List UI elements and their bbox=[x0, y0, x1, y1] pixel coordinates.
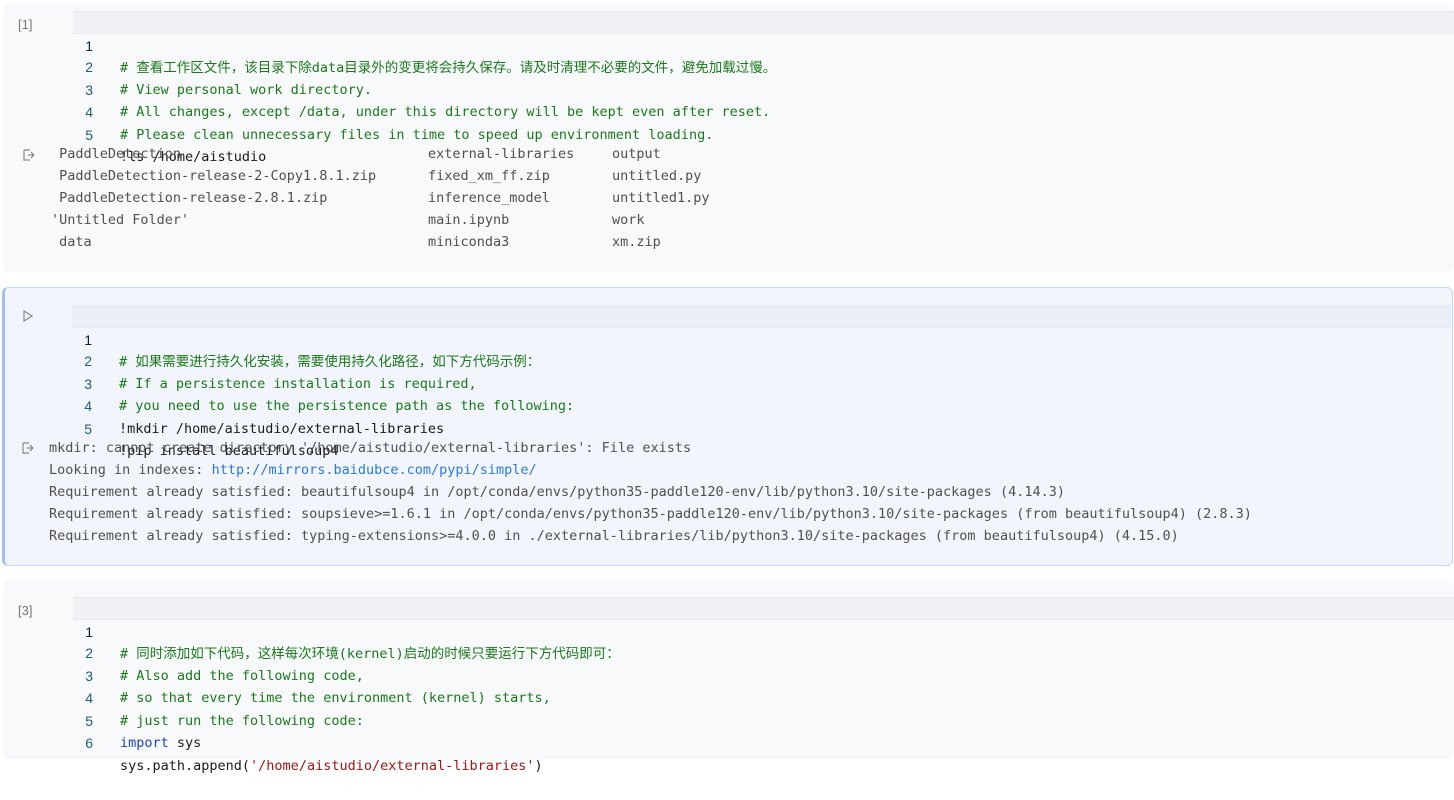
output-text: main.ipynb bbox=[428, 212, 510, 228]
output-arrow-icon[interactable] bbox=[22, 148, 36, 162]
code-line: 4 !mkdir /home/aistudio/external-librari… bbox=[72, 373, 1452, 437]
output-text: PaddleDetection-release-2-Copy1.8.1.zip bbox=[51, 168, 377, 184]
code-editor[interactable]: 1 # 同时添加如下代码，这样每次环境(kernel)启动的时候只要运行下方代码… bbox=[73, 597, 1454, 774]
index-url-link[interactable]: http://mirrors.baidubce.com/pypi/simple/ bbox=[212, 462, 537, 478]
output-text: Requirement already satisfied: soupsieve… bbox=[49, 506, 1252, 522]
code-editor[interactable]: 1 # 如果需要进行持久化安装，需要使用持久化路径，如下方代码示例： 2 # I… bbox=[72, 305, 1452, 460]
output-text: PaddleDetection-release-2.8.1.zip bbox=[51, 190, 328, 206]
code-line: 2 # If a persistence installation is req… bbox=[72, 328, 1452, 392]
output-text: external-libraries bbox=[428, 146, 575, 162]
output-text: untitled.py bbox=[612, 168, 702, 184]
code-line: 1 # 查看工作区文件，该目录下除data目录外的变更将会持久保存。请及时清理不… bbox=[73, 11, 1454, 76]
code-keyword: import bbox=[120, 735, 169, 751]
notebook-cell-3[interactable]: [3] 1 # 同时添加如下代码，这样每次环境(kernel)启动的时候只要运行… bbox=[3, 581, 1454, 774]
code-line: 2 # View personal work directory. bbox=[73, 34, 1454, 98]
output-text: output bbox=[612, 146, 661, 162]
code-line: 6 sys.path.append('/home/aistudio/extern… bbox=[73, 710, 1454, 774]
code-line: 1 # 如果需要进行持久化安装，需要使用持久化路径，如下方代码示例： bbox=[72, 305, 1452, 370]
output-text: Requirement already satisfied: typing-ex… bbox=[49, 528, 1179, 544]
output-text: untitled1.py bbox=[612, 190, 710, 206]
output-text: PaddleDetection bbox=[51, 146, 182, 162]
code-string: '/home/aistudio/external-libraries' bbox=[250, 757, 535, 774]
play-icon[interactable] bbox=[23, 310, 33, 322]
code-line: 2 # Also add the following code, bbox=[73, 620, 1454, 684]
code-line: 3 # All changes, except /data, under thi… bbox=[73, 56, 1454, 121]
code-line: 3 # you need to use the persistence path… bbox=[72, 350, 1452, 415]
code-text: sys.path.append('/home/aistudio/external… bbox=[120, 755, 543, 778]
code-text: sys.path.append( bbox=[120, 757, 251, 774]
output-arrow-icon[interactable] bbox=[21, 441, 35, 455]
output-text: mkdir: cannot create directory '/home/ai… bbox=[49, 440, 692, 456]
notebook-cell-1[interactable]: [1] 1 # 查看工作区文件，该目录下除data目录外的变更将会持久保存。请及… bbox=[3, 5, 1454, 272]
code-text: ) bbox=[534, 757, 543, 774]
output-text: fixed_xm_ff.zip bbox=[428, 168, 550, 184]
code-line: 5 !pip install beautifulsoup4 bbox=[72, 395, 1452, 460]
code-text: sys bbox=[168, 735, 202, 751]
output-text: inference_model bbox=[428, 190, 550, 206]
cell-output: PaddleDetection external-libraries output … bbox=[51, 143, 1454, 253]
execution-count: [1] bbox=[18, 17, 33, 32]
cell-output: mkdir: cannot create directory '/home/ai… bbox=[49, 437, 1452, 547]
code-line: 5 !ls /home/aistudio bbox=[73, 101, 1454, 166]
code-editor[interactable]: 1 # 查看工作区文件，该目录下除data目录外的变更将会持久保存。请及时清理不… bbox=[73, 11, 1454, 166]
code-line: 3 # so that every time the environment (… bbox=[73, 642, 1454, 707]
output-text: miniconda3 bbox=[428, 234, 510, 250]
output-text: 'Untitled Folder' bbox=[51, 212, 190, 228]
code-line: 4 # just run the following code: bbox=[73, 665, 1454, 729]
execution-count: [3] bbox=[18, 603, 33, 618]
output-text: xm.zip bbox=[612, 234, 661, 250]
output-text: Looking in indexes: bbox=[49, 462, 212, 478]
code-line: 4 # Please clean unnecessary files in ti… bbox=[73, 79, 1454, 143]
code-line: 5 import sys bbox=[73, 687, 1454, 752]
line-number: 6 bbox=[85, 735, 93, 751]
notebook-cell-2[interactable]: 1 # 如果需要进行持久化安装，需要使用持久化路径，如下方代码示例： 2 # I… bbox=[2, 287, 1453, 566]
code-text: import sys bbox=[120, 732, 201, 755]
output-text: data bbox=[51, 234, 92, 250]
output-text: Requirement already satisfied: beautiful… bbox=[49, 484, 1065, 500]
code-line: 1 # 同时添加如下代码，这样每次环境(kernel)启动的时候只要运行下方代码… bbox=[73, 597, 1454, 662]
output-text: work bbox=[612, 212, 645, 228]
